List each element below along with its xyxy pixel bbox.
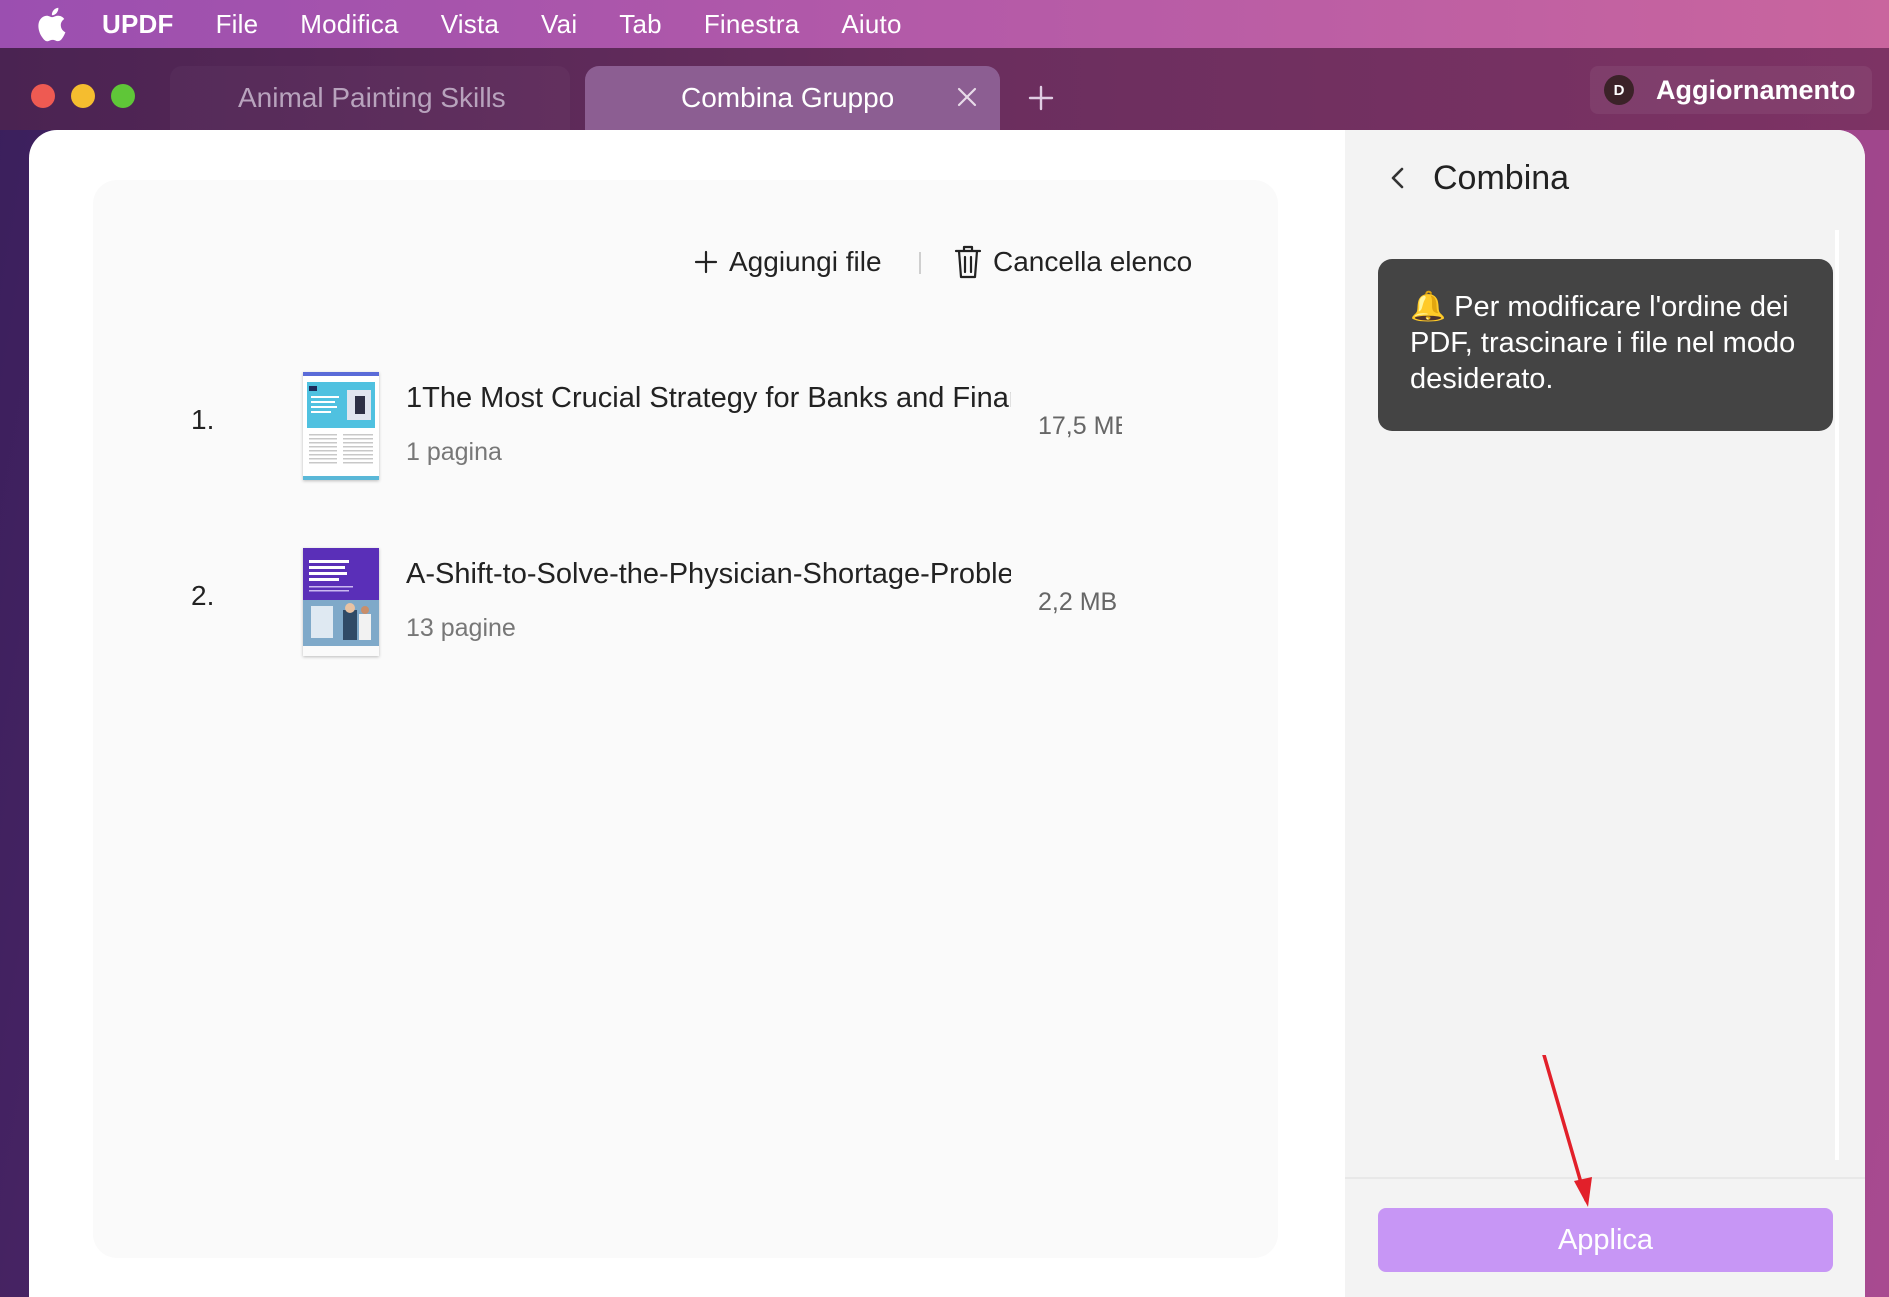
side-panel-scrollbar[interactable] [1835, 230, 1839, 1160]
file-pages: 1 pagina [406, 438, 502, 466]
close-tab-icon[interactable] [954, 84, 980, 110]
menu-aiuto[interactable]: Aiuto [841, 9, 901, 40]
list-item[interactable]: 1. 1The Most Crucial Strategy for Banks … [93, 372, 1278, 482]
list-item[interactable]: 2. A-Shift-to-Solve-the-Physician-Shorta… [93, 548, 1278, 658]
file-pages: 13 pagine [406, 614, 516, 642]
combine-side-panel: Combina 🔔 Per modificare l'ordine dei PD… [1345, 130, 1865, 1297]
clear-list-button[interactable]: Cancella elenco [953, 240, 1192, 284]
menu-bar: UPDF File Modifica Vista Vai Tab Finestr… [0, 0, 1889, 48]
file-toolbar: Aggiungi file Cancella elenco [93, 240, 1278, 284]
file-name: 1The Most Crucial Strategy for Banks and… [406, 382, 1011, 414]
tab-label: Combina Gruppo [681, 82, 895, 113]
footer-divider [1345, 1177, 1865, 1179]
menu-finestra[interactable]: Finestra [704, 9, 800, 40]
trash-icon [954, 245, 982, 279]
file-size: 17,5 MB [1038, 412, 1122, 440]
annotation-arrow-icon [1542, 1055, 1592, 1207]
file-thumbnail [303, 548, 379, 656]
apple-icon[interactable] [34, 6, 68, 42]
menu-updf[interactable]: UPDF [102, 9, 174, 40]
file-size: 2,2 MB [1038, 588, 1118, 616]
menu-file[interactable]: File [216, 9, 259, 40]
menu-tab[interactable]: Tab [619, 9, 662, 40]
add-file-button[interactable]: Aggiungi file [693, 240, 882, 284]
plus-icon [694, 250, 718, 274]
upgrade-button[interactable]: D Aggiornamento [1590, 66, 1872, 114]
file-list-area: Aggiungi file Cancella elenco 1. 1The Mo… [93, 180, 1278, 1258]
minimize-window-button[interactable] [71, 84, 95, 108]
add-file-label: Aggiungi file [729, 246, 882, 277]
close-window-button[interactable] [31, 84, 55, 108]
avatar: D [1604, 75, 1634, 105]
file-index: 1. [191, 404, 215, 435]
file-thumbnail [303, 372, 379, 480]
toolbar-divider [919, 252, 921, 274]
apply-button[interactable]: Applica [1378, 1208, 1833, 1272]
clear-list-label: Cancella elenco [993, 246, 1193, 277]
menu-modifica[interactable]: Modifica [300, 9, 398, 40]
zoom-window-button[interactable] [111, 84, 135, 108]
menu-vista[interactable]: Vista [441, 9, 499, 40]
upgrade-label: Aggiornamento [1656, 74, 1856, 105]
reorder-tip: 🔔 Per modificare l'ordine dei PDF, trasc… [1378, 259, 1833, 431]
chevron-left-icon[interactable] [1387, 165, 1409, 191]
tab-label: Animal Painting Skills [238, 82, 506, 113]
file-name: A-Shift-to-Solve-the-Physician-Shortage-… [406, 558, 1011, 590]
side-panel-title: Combina [1433, 158, 1570, 197]
new-tab-icon[interactable] [1027, 84, 1055, 112]
side-panel-header: Combina [1345, 130, 1865, 226]
menu-vai[interactable]: Vai [541, 9, 577, 40]
tab-combina-gruppo[interactable]: Combina Gruppo [585, 66, 1000, 130]
file-index: 2. [191, 580, 215, 611]
tab-animal-painting-skills[interactable]: Animal Painting Skills [170, 66, 570, 130]
